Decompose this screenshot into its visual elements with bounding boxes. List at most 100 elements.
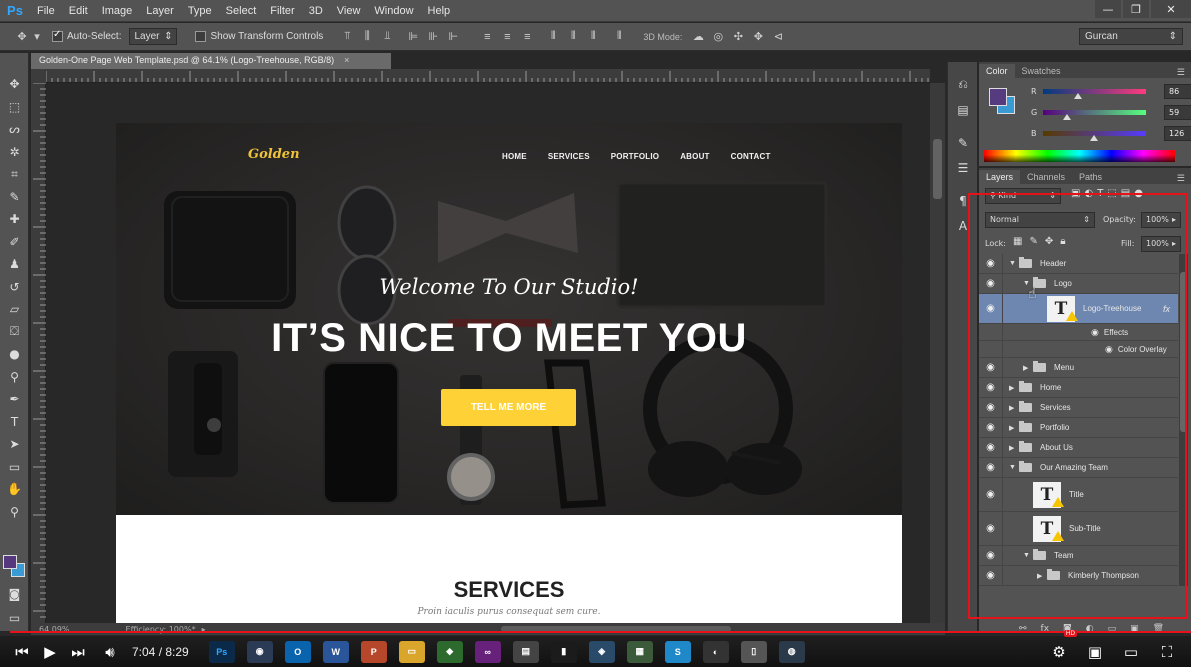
taskbar-explorer-icon[interactable]: ▭ — [398, 640, 425, 663]
layer-row[interactable]: ◉ ▼ Our Amazing Team — [979, 458, 1178, 478]
channel-slider[interactable] — [1043, 110, 1146, 120]
theater-mode-icon[interactable]: ▭ — [1117, 636, 1145, 667]
layer-fx-icon[interactable]: fx — [1163, 304, 1170, 314]
layer-row[interactable]: ◉ ▶ Home — [979, 378, 1178, 398]
layer-row[interactable]: ◉ ▼ Team — [979, 546, 1178, 566]
rectangle-tool-icon[interactable]: ▭ — [0, 456, 29, 479]
slider-knob-icon[interactable] — [1062, 114, 1071, 120]
volume-icon[interactable]: 🔊︎ — [96, 636, 124, 667]
blend-mode-dropdown[interactable]: Normal ⇕ — [985, 212, 1095, 228]
dodge-tool-icon[interactable]: ⚲ — [0, 366, 29, 389]
menu-image[interactable]: Image — [95, 0, 140, 22]
fullscreen-icon[interactable]: ⛶ — [1153, 636, 1181, 667]
tab-channels[interactable]: Channels — [1020, 170, 1072, 184]
clone-stamp-tool-icon[interactable]: ♟ — [0, 253, 29, 276]
tool-preset-chevron-icon[interactable]: ▾ — [32, 28, 42, 46]
history-brush-tool-icon[interactable]: ↺ — [0, 276, 29, 299]
channel-value-field[interactable]: 86 — [1164, 84, 1191, 99]
layer-row[interactable]: ◉ ▶ Portfolio — [979, 418, 1178, 438]
taskbar-outlook-icon[interactable]: O — [284, 640, 311, 663]
layer-effect-row[interactable]: ◉ Effects — [979, 324, 1178, 341]
eyedropper-tool-icon[interactable]: ✎ — [0, 186, 29, 209]
menu-file[interactable]: File — [30, 0, 62, 22]
filter-toggle-icon[interactable]: ● — [1134, 188, 1143, 199]
eye-icon[interactable]: ◉ — [979, 418, 1003, 437]
paint-bucket-tool-icon[interactable]: ⛋ — [0, 321, 29, 344]
brand-logo[interactable]: Golden — [248, 147, 300, 162]
channel-slider[interactable] — [1043, 89, 1146, 99]
settings-gear-icon[interactable]: ⚙ HD — [1045, 630, 1077, 667]
eye-icon[interactable]: ◉ — [979, 294, 1003, 323]
eye-icon[interactable]: ◉ — [979, 274, 1003, 293]
menu-select[interactable]: Select — [219, 0, 264, 22]
align-vcenter-icon[interactable]: ⫼ — [357, 28, 377, 46]
horizontal-ruler[interactable] — [46, 69, 930, 83]
scrollbar-thumb[interactable] — [933, 139, 942, 199]
3d-rotate-icon[interactable]: ☁ — [688, 28, 708, 46]
eye-icon[interactable]: ◉ — [979, 478, 1003, 511]
eye-icon[interactable]: ◉ — [979, 458, 1003, 477]
crop-tool-icon[interactable]: ⌗ — [0, 163, 29, 186]
layer-row[interactable]: ◉ T Title — [979, 478, 1178, 512]
layers-list[interactable]: ◉ ▼ Header ◉ ▼ Logo ◉ T Logo-Treehouse fx ◉ Effects… — [979, 254, 1178, 586]
layer-filter-kind-dropdown[interactable]: ⚲ Kind ⇕ — [985, 188, 1061, 204]
taskbar-photoshop-icon[interactable]: Ps — [208, 640, 235, 663]
ruler-corner[interactable] — [31, 69, 46, 83]
healing-brush-tool-icon[interactable]: ✚ — [0, 208, 29, 231]
zoom-tool-icon[interactable]: ⚲ — [0, 501, 29, 524]
tab-color[interactable]: Color — [979, 64, 1015, 78]
menu-layer[interactable]: Layer — [139, 0, 181, 22]
expand-right-icon[interactable]: ▶ — [1009, 404, 1019, 412]
3d-pan-icon[interactable]: ✣ — [728, 28, 748, 46]
tab-swatches[interactable]: Swatches — [1015, 64, 1068, 78]
lock-transparent-icon[interactable]: ▦ — [1013, 236, 1022, 247]
eye-icon[interactable]: ◉ — [979, 398, 1003, 417]
paragraph-panel-icon[interactable]: ¶ — [948, 188, 978, 213]
play-icon[interactable]: ▶ — [36, 636, 64, 667]
eye-icon[interactable]: ◉ — [979, 254, 1003, 273]
pen-tool-icon[interactable]: ✒ — [0, 388, 29, 411]
miniplayer-icon[interactable]: ▣ — [1081, 636, 1109, 667]
screen-mode-icon[interactable]: ▭ — [0, 607, 29, 630]
path-selection-tool-icon[interactable]: ➤ — [0, 433, 29, 456]
nav-item-about[interactable]: ABOUT — [680, 152, 709, 161]
taskbar-skype-icon[interactable]: S — [664, 640, 691, 663]
distribute-hcenter-icon[interactable]: ⦀ — [563, 28, 583, 46]
nav-item-portfolio[interactable]: PORTFOLIO — [611, 152, 659, 161]
marquee-tool-icon[interactable]: ⬚ — [0, 96, 29, 119]
eye-icon[interactable]: ◉ — [979, 566, 1003, 585]
taskbar-visual-studio-icon[interactable]: ∞ — [474, 640, 501, 663]
3d-scale-icon[interactable]: ⊲ — [768, 28, 788, 46]
history-panel-icon[interactable]: ⎌ — [948, 72, 978, 97]
layer-row[interactable]: ◉ T Sub-Title — [979, 512, 1178, 546]
taskbar-app-icon[interactable]: ◍ — [778, 640, 805, 663]
distribute-right-icon[interactable]: ⦀ — [583, 28, 603, 46]
filter-shape-icon[interactable]: ⬚ — [1107, 188, 1116, 199]
align-hcenter-icon[interactable]: ⊪ — [423, 28, 443, 46]
taskbar-terminal-icon[interactable]: ▮ — [550, 640, 577, 663]
eraser-tool-icon[interactable]: ▱ — [0, 298, 29, 321]
taskbar-app-icon[interactable]: ◈ — [588, 640, 615, 663]
properties-panel-icon[interactable]: ▤ — [948, 97, 978, 122]
scrollbar-thumb[interactable] — [1180, 272, 1187, 432]
character-panel-icon[interactable]: A — [948, 213, 978, 238]
filter-type-icon[interactable]: T — [1097, 188, 1103, 199]
next-icon[interactable]: ⏭ — [64, 636, 92, 667]
distribute-vcenter-icon[interactable]: ≡ — [497, 28, 517, 46]
menu-type[interactable]: Type — [181, 0, 219, 22]
eye-icon[interactable]: ◉ — [979, 358, 1003, 377]
3d-slide-icon[interactable]: ✥ — [748, 28, 768, 46]
lock-image-icon[interactable]: ✎ — [1029, 236, 1037, 247]
close-button[interactable]: ✕ — [1151, 0, 1191, 18]
hand-tool-icon[interactable]: ✋ — [0, 478, 29, 501]
minimize-button[interactable]: — — [1095, 0, 1121, 18]
menu-view[interactable]: View — [330, 0, 368, 22]
eye-icon[interactable]: ◉ — [979, 378, 1003, 397]
menu-window[interactable]: Window — [367, 0, 420, 22]
artboard[interactable]: Golden HOME SERVICES PORTFOLIO ABOUT CONTACT… — [116, 123, 902, 631]
expand-right-icon[interactable]: ▶ — [1009, 444, 1019, 452]
channel-value-field[interactable]: 59 — [1164, 105, 1191, 120]
nav-item-services[interactable]: SERVICES — [548, 152, 590, 161]
move-tool-icon[interactable]: ✥ — [0, 73, 29, 96]
menu-filter[interactable]: Filter — [263, 0, 301, 22]
